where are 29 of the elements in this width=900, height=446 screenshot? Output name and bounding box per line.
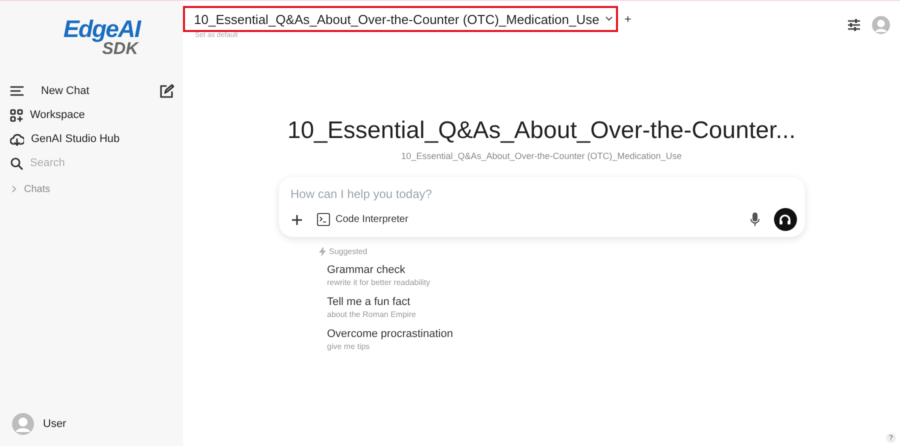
chat-title: 10_Essential_Q&As_About_Over-the-Counter... xyxy=(287,117,796,145)
suggestion-item[interactable]: Overcome procrastination give me tips xyxy=(327,328,453,351)
search-field[interactable]: Search xyxy=(30,157,140,169)
logo-text: SDK xyxy=(102,41,138,57)
workspace-link[interactable]: Workspace xyxy=(30,109,85,121)
suggested-label: Suggested xyxy=(329,247,368,256)
terminal-icon xyxy=(316,213,330,226)
chevron-down-icon xyxy=(605,16,614,22)
suggestion-item[interactable]: Grammar check rewrite it for better readability xyxy=(327,264,453,287)
headphones-icon xyxy=(779,214,791,225)
settings-icon[interactable] xyxy=(848,19,860,31)
logo-text: EdgeAI xyxy=(63,19,140,41)
menu-icon[interactable] xyxy=(10,85,24,97)
lightning-icon xyxy=(319,247,326,256)
cloud-download-icon[interactable] xyxy=(10,132,24,146)
model-selector[interactable]: 10_Essential_Q&As_About_Over-the-Counter (OTC)_Medication_Use xyxy=(183,6,618,32)
microphone-icon[interactable] xyxy=(750,212,760,227)
add-model-button[interactable]: + xyxy=(618,12,632,26)
user-name[interactable]: User xyxy=(43,418,66,430)
suggestion-item[interactable]: Tell me a fun fact about the Roman Empire xyxy=(327,296,453,319)
code-interpreter-button[interactable]: Code Interpreter xyxy=(316,213,408,226)
plus-icon[interactable] xyxy=(290,214,302,226)
voice-mode-button[interactable] xyxy=(774,208,796,231)
search-icon xyxy=(10,156,23,170)
model-name: 10_Essential_Q&As_About_Over-the-Counter (OTC)_Medication_Use xyxy=(401,151,682,161)
edit-icon[interactable] xyxy=(159,84,174,98)
new-chat-button[interactable]: New Chat xyxy=(41,85,90,97)
grid-icon[interactable] xyxy=(10,108,23,122)
hub-link[interactable]: GenAI Studio Hub xyxy=(31,133,120,145)
